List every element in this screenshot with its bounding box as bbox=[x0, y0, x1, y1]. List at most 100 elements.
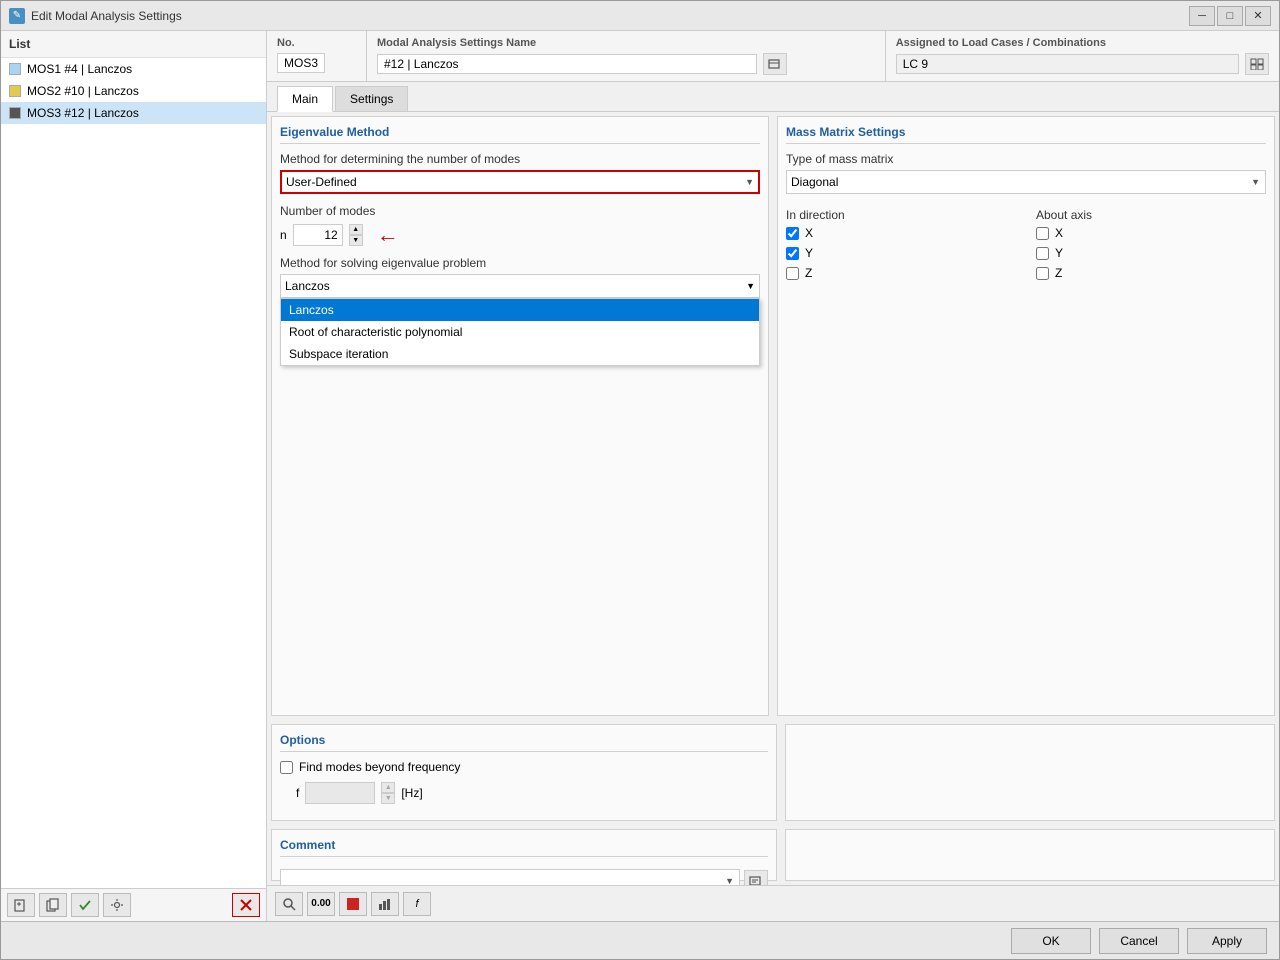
minimize-button[interactable]: ─ bbox=[1189, 6, 1215, 26]
name-section: Modal Analysis Settings Name bbox=[367, 31, 886, 81]
number-button[interactable]: 0.00 bbox=[307, 892, 335, 916]
dropdown-item-lanczos[interactable]: Lanczos bbox=[281, 299, 759, 321]
comment-edit-icon bbox=[749, 875, 763, 885]
in-direction-col: In direction X Y bbox=[786, 208, 1016, 280]
about-axis-col: About axis X Y bbox=[1036, 208, 1266, 280]
tab-settings[interactable]: Settings bbox=[335, 86, 408, 111]
about-z-label: Z bbox=[1055, 266, 1062, 280]
assigned-edit-button[interactable] bbox=[1245, 53, 1269, 75]
find-modes-checkbox[interactable] bbox=[280, 761, 293, 774]
method-modes-label: Method for determining the number of mod… bbox=[280, 152, 760, 166]
main-content: List MOS1 #4 | Lanczos MOS2 #10 | Lanczo… bbox=[1, 31, 1279, 921]
type-mass-label: Type of mass matrix bbox=[786, 152, 1266, 166]
eigenvalue-method-label: Method for solving eigenvalue problem bbox=[280, 256, 760, 270]
comment-right-panel bbox=[785, 829, 1275, 881]
content-area: No. MOS3 Modal Analysis Settings Name bbox=[267, 31, 1279, 921]
options-row: Options Find modes beyond frequency f ▲ … bbox=[267, 720, 1279, 825]
freq-spinner: ▲ ▼ bbox=[381, 782, 395, 804]
mos2-color-icon bbox=[9, 85, 21, 97]
subspace-label: Subspace iteration bbox=[289, 347, 388, 361]
eigenvalue-method-value: Lanczos bbox=[285, 279, 330, 293]
about-x-row: X bbox=[1036, 226, 1266, 240]
ok-button[interactable]: OK bbox=[1011, 928, 1091, 954]
num-modes-input[interactable] bbox=[293, 224, 343, 246]
freq-spin-up[interactable]: ▲ bbox=[381, 782, 395, 793]
in-x-label: X bbox=[805, 226, 813, 240]
num-modes-spinner: ▲ ▼ bbox=[349, 224, 363, 246]
direction-group: In direction X Y bbox=[786, 208, 1266, 280]
num-modes-row: n ▲ ▼ ← bbox=[280, 222, 760, 248]
window-icon: ✎ bbox=[9, 8, 25, 24]
dropdown-arrow-icon: ▼ bbox=[746, 281, 755, 291]
in-y-checkbox[interactable] bbox=[786, 247, 799, 260]
panels-area: Eigenvalue Method Method for determining… bbox=[267, 112, 1279, 885]
comment-edit-button[interactable] bbox=[744, 870, 768, 885]
chart-button[interactable] bbox=[371, 892, 399, 916]
frequency-input[interactable] bbox=[305, 782, 375, 804]
check-button[interactable] bbox=[71, 893, 99, 917]
sidebar-item-mos3-label: MOS3 #12 | Lanczos bbox=[27, 106, 139, 120]
maximize-button[interactable]: □ bbox=[1217, 6, 1243, 26]
eigenvalue-panel: Eigenvalue Method Method for determining… bbox=[271, 116, 769, 716]
bottom-toolbar: 0.00 f bbox=[267, 885, 1279, 921]
freq-spin-down[interactable]: ▼ bbox=[381, 793, 395, 804]
function-icon: f bbox=[415, 898, 418, 910]
in-x-checkbox[interactable] bbox=[786, 227, 799, 240]
about-x-checkbox[interactable] bbox=[1036, 227, 1049, 240]
tab-main[interactable]: Main bbox=[277, 86, 333, 112]
delete-button[interactable] bbox=[232, 893, 260, 917]
edit-icon bbox=[768, 58, 782, 70]
settings-icon bbox=[110, 898, 124, 912]
in-direction-checkboxes: X Y Z bbox=[786, 226, 1016, 280]
find-modes-row: Find modes beyond frequency bbox=[280, 760, 768, 774]
comment-input-row bbox=[280, 869, 768, 885]
spin-down-button[interactable]: ▼ bbox=[349, 235, 363, 246]
assigned-input[interactable] bbox=[896, 54, 1239, 74]
name-label: Modal Analysis Settings Name bbox=[377, 37, 875, 49]
sidebar-header: List bbox=[1, 31, 266, 58]
window-title: Edit Modal Analysis Settings bbox=[31, 9, 1189, 23]
mass-matrix-title: Mass Matrix Settings bbox=[786, 125, 1266, 144]
magnify-button[interactable] bbox=[275, 892, 303, 916]
action-bar: OK Cancel Apply bbox=[1, 921, 1279, 959]
about-y-checkbox[interactable] bbox=[1036, 247, 1049, 260]
comment-select[interactable] bbox=[280, 869, 740, 885]
name-edit-button[interactable] bbox=[763, 53, 787, 75]
delete-icon bbox=[239, 898, 253, 912]
spin-up-button[interactable]: ▲ bbox=[349, 224, 363, 235]
check-icon bbox=[78, 898, 92, 912]
name-input[interactable] bbox=[377, 54, 757, 74]
in-y-label: Y bbox=[805, 246, 813, 260]
apply-button[interactable]: Apply bbox=[1187, 928, 1267, 954]
settings-button[interactable] bbox=[103, 893, 131, 917]
mass-matrix-panel: Mass Matrix Settings Type of mass matrix… bbox=[777, 116, 1275, 716]
sidebar-item-mos3[interactable]: MOS3 #12 | Lanczos bbox=[1, 102, 266, 124]
window-controls: ─ □ ✕ bbox=[1189, 6, 1271, 26]
function-button[interactable]: f bbox=[403, 892, 431, 916]
no-label: No. bbox=[277, 37, 356, 49]
assigned-section: Assigned to Load Cases / Combinations bbox=[886, 31, 1279, 81]
main-window: ✎ Edit Modal Analysis Settings ─ □ ✕ Lis… bbox=[0, 0, 1280, 960]
num-modes-label: Number of modes bbox=[280, 204, 760, 218]
about-axis-label: About axis bbox=[1036, 208, 1266, 222]
about-y-label: Y bbox=[1055, 246, 1063, 260]
cancel-button[interactable]: Cancel bbox=[1099, 928, 1179, 954]
eigenvalue-method-trigger[interactable]: Lanczos ▼ bbox=[280, 274, 760, 298]
root-label: Root of characteristic polynomial bbox=[289, 325, 462, 339]
dropdown-item-subspace[interactable]: Subspace iteration bbox=[281, 343, 759, 365]
copy-item-button[interactable] bbox=[39, 893, 67, 917]
num-modes-group: Number of modes n ▲ ▼ ← bbox=[280, 204, 760, 248]
close-button[interactable]: ✕ bbox=[1245, 6, 1271, 26]
in-z-checkbox[interactable] bbox=[786, 267, 799, 280]
assigned-value-row bbox=[896, 53, 1269, 75]
type-mass-select[interactable]: Diagonal Consistent bbox=[786, 170, 1266, 194]
method-modes-select[interactable]: User-Defined Auto Manual bbox=[280, 170, 760, 194]
new-item-button[interactable] bbox=[7, 893, 35, 917]
about-z-checkbox[interactable] bbox=[1036, 267, 1049, 280]
sidebar-item-mos1[interactable]: MOS1 #4 | Lanczos bbox=[1, 58, 266, 80]
in-x-row: X bbox=[786, 226, 1016, 240]
red-square-button[interactable] bbox=[339, 892, 367, 916]
dropdown-item-root[interactable]: Root of characteristic polynomial bbox=[281, 321, 759, 343]
red-square-icon bbox=[347, 898, 359, 910]
sidebar-item-mos2[interactable]: MOS2 #10 | Lanczos bbox=[1, 80, 266, 102]
